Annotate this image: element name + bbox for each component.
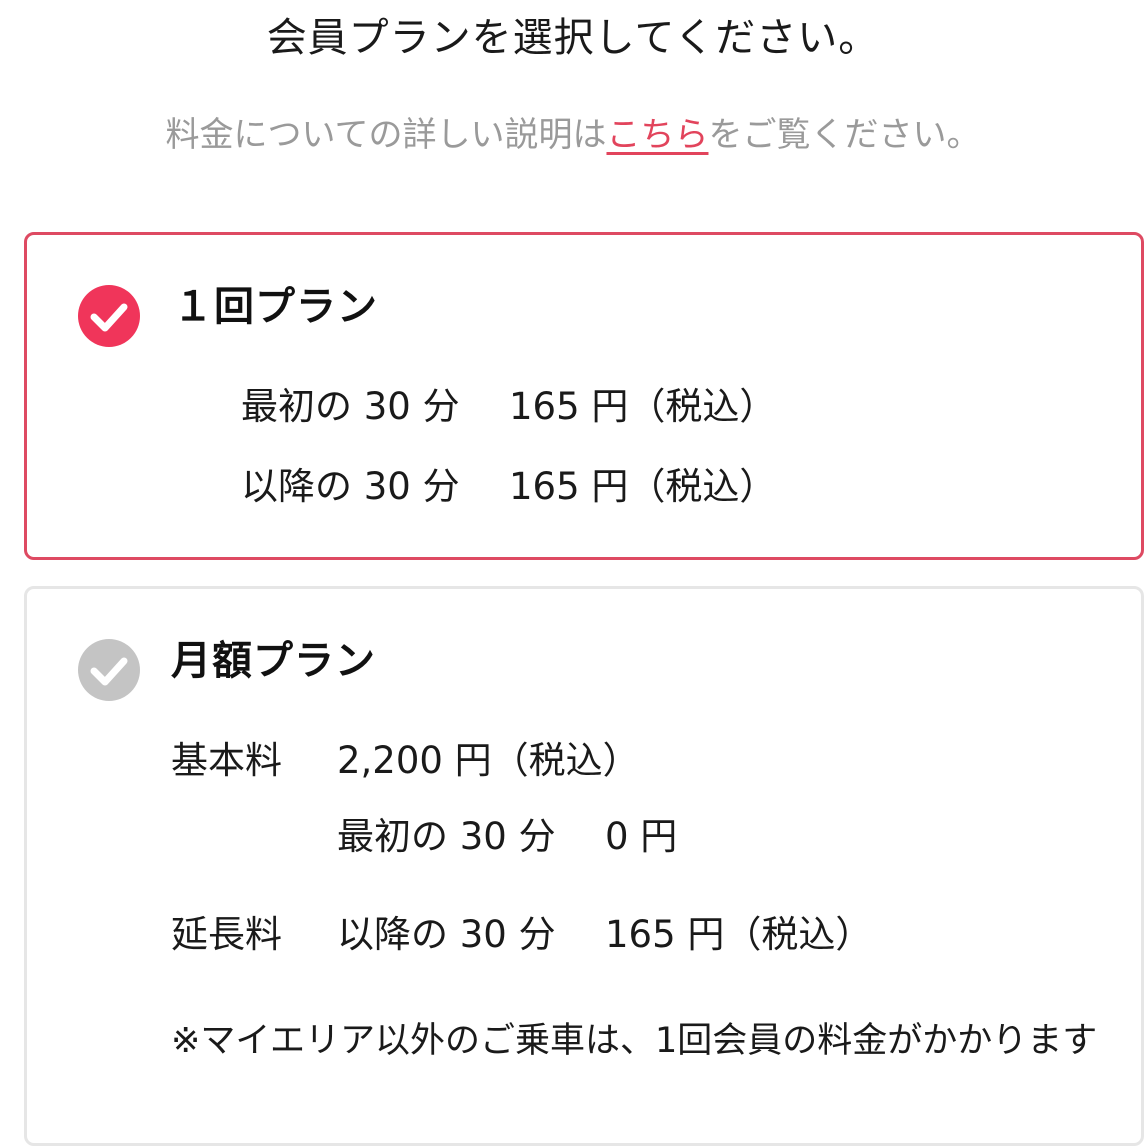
extension-fee-value: 165 円（税込） (605, 913, 873, 956)
plan-name: 月額プラン (171, 638, 376, 684)
basic-fee-label: 基本料 (171, 739, 282, 782)
pricing-description: 料金についての詳しい説明はこちらをご覧ください。 (0, 112, 1146, 158)
price-row-value: 165 円（税込） (509, 465, 777, 508)
plan-note: ※マイエリア以外のご乗車は、1回会員の料金がかかります (171, 1021, 1098, 1061)
price-row-label: 最初の 30 分 (241, 385, 460, 428)
basic-fee-value: 2,200 円（税込） (337, 739, 640, 782)
pricing-description-text-end: をご覧ください。 (708, 115, 981, 155)
plan-name: １回プラン (173, 284, 378, 330)
pricing-description-text: 料金についての詳しい説明は (165, 115, 607, 155)
check-circle-icon (78, 639, 140, 701)
check-circle-icon (78, 285, 140, 347)
basic-fee-sub-label: 最初の 30 分 (337, 815, 556, 858)
pricing-details-link[interactable]: こちら (606, 115, 708, 155)
price-row-label: 以降の 30 分 (241, 465, 460, 508)
plan-card-single[interactable]: １回プラン 最初の 30 分 165 円（税込） 以降の 30 分 165 円（… (24, 232, 1144, 560)
extension-fee-sub-label: 以降の 30 分 (337, 913, 556, 956)
page-title: 会員プランを選択してください。 (266, 15, 880, 61)
basic-fee-sub-value: 0 円 (605, 815, 678, 858)
plan-card-monthly[interactable]: 月額プラン 基本料 2,200 円（税込） 最初の 30 分 0 円 延長料 以… (24, 586, 1144, 1146)
extension-fee-label: 延長料 (171, 913, 282, 956)
price-row-value: 165 円（税込） (509, 385, 777, 428)
